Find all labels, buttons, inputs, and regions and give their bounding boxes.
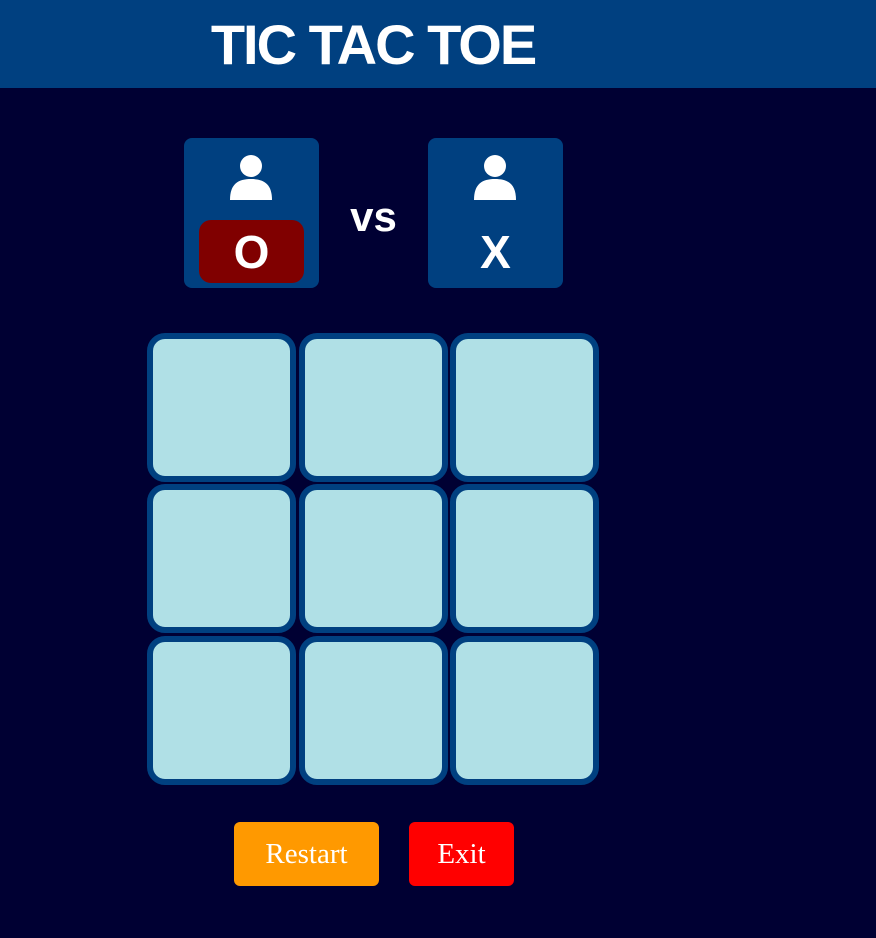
board-cell-8[interactable]: [299, 636, 448, 785]
player-symbol-badge-o: O: [199, 220, 304, 283]
game-board: [147, 333, 600, 786]
player-symbol-badge-x: X: [443, 220, 548, 283]
board-cell-4[interactable]: [147, 484, 296, 633]
player-symbol-o: O: [233, 225, 270, 278]
vs-label: vs: [350, 193, 397, 240]
user-icon: [230, 155, 272, 200]
player-card-x: X: [428, 138, 563, 288]
board-cell-9[interactable]: [450, 636, 599, 785]
game-title: TIC TAC TOE: [210, 13, 537, 76]
board-cell-2[interactable]: [299, 333, 448, 482]
board-cell-3[interactable]: [450, 333, 599, 482]
board-cell-6[interactable]: [450, 484, 599, 633]
board-cell-7[interactable]: [147, 636, 296, 785]
restart-button[interactable]: Restart: [234, 822, 379, 886]
user-icon: [474, 155, 516, 200]
player-symbol-x: X: [480, 225, 511, 278]
header-bar: TIC TAC TOE: [0, 0, 876, 88]
board-cell-5[interactable]: [299, 484, 448, 633]
exit-button[interactable]: Exit: [409, 822, 514, 886]
board-cell-1[interactable]: [147, 333, 296, 482]
player-card-o: O: [184, 138, 319, 288]
